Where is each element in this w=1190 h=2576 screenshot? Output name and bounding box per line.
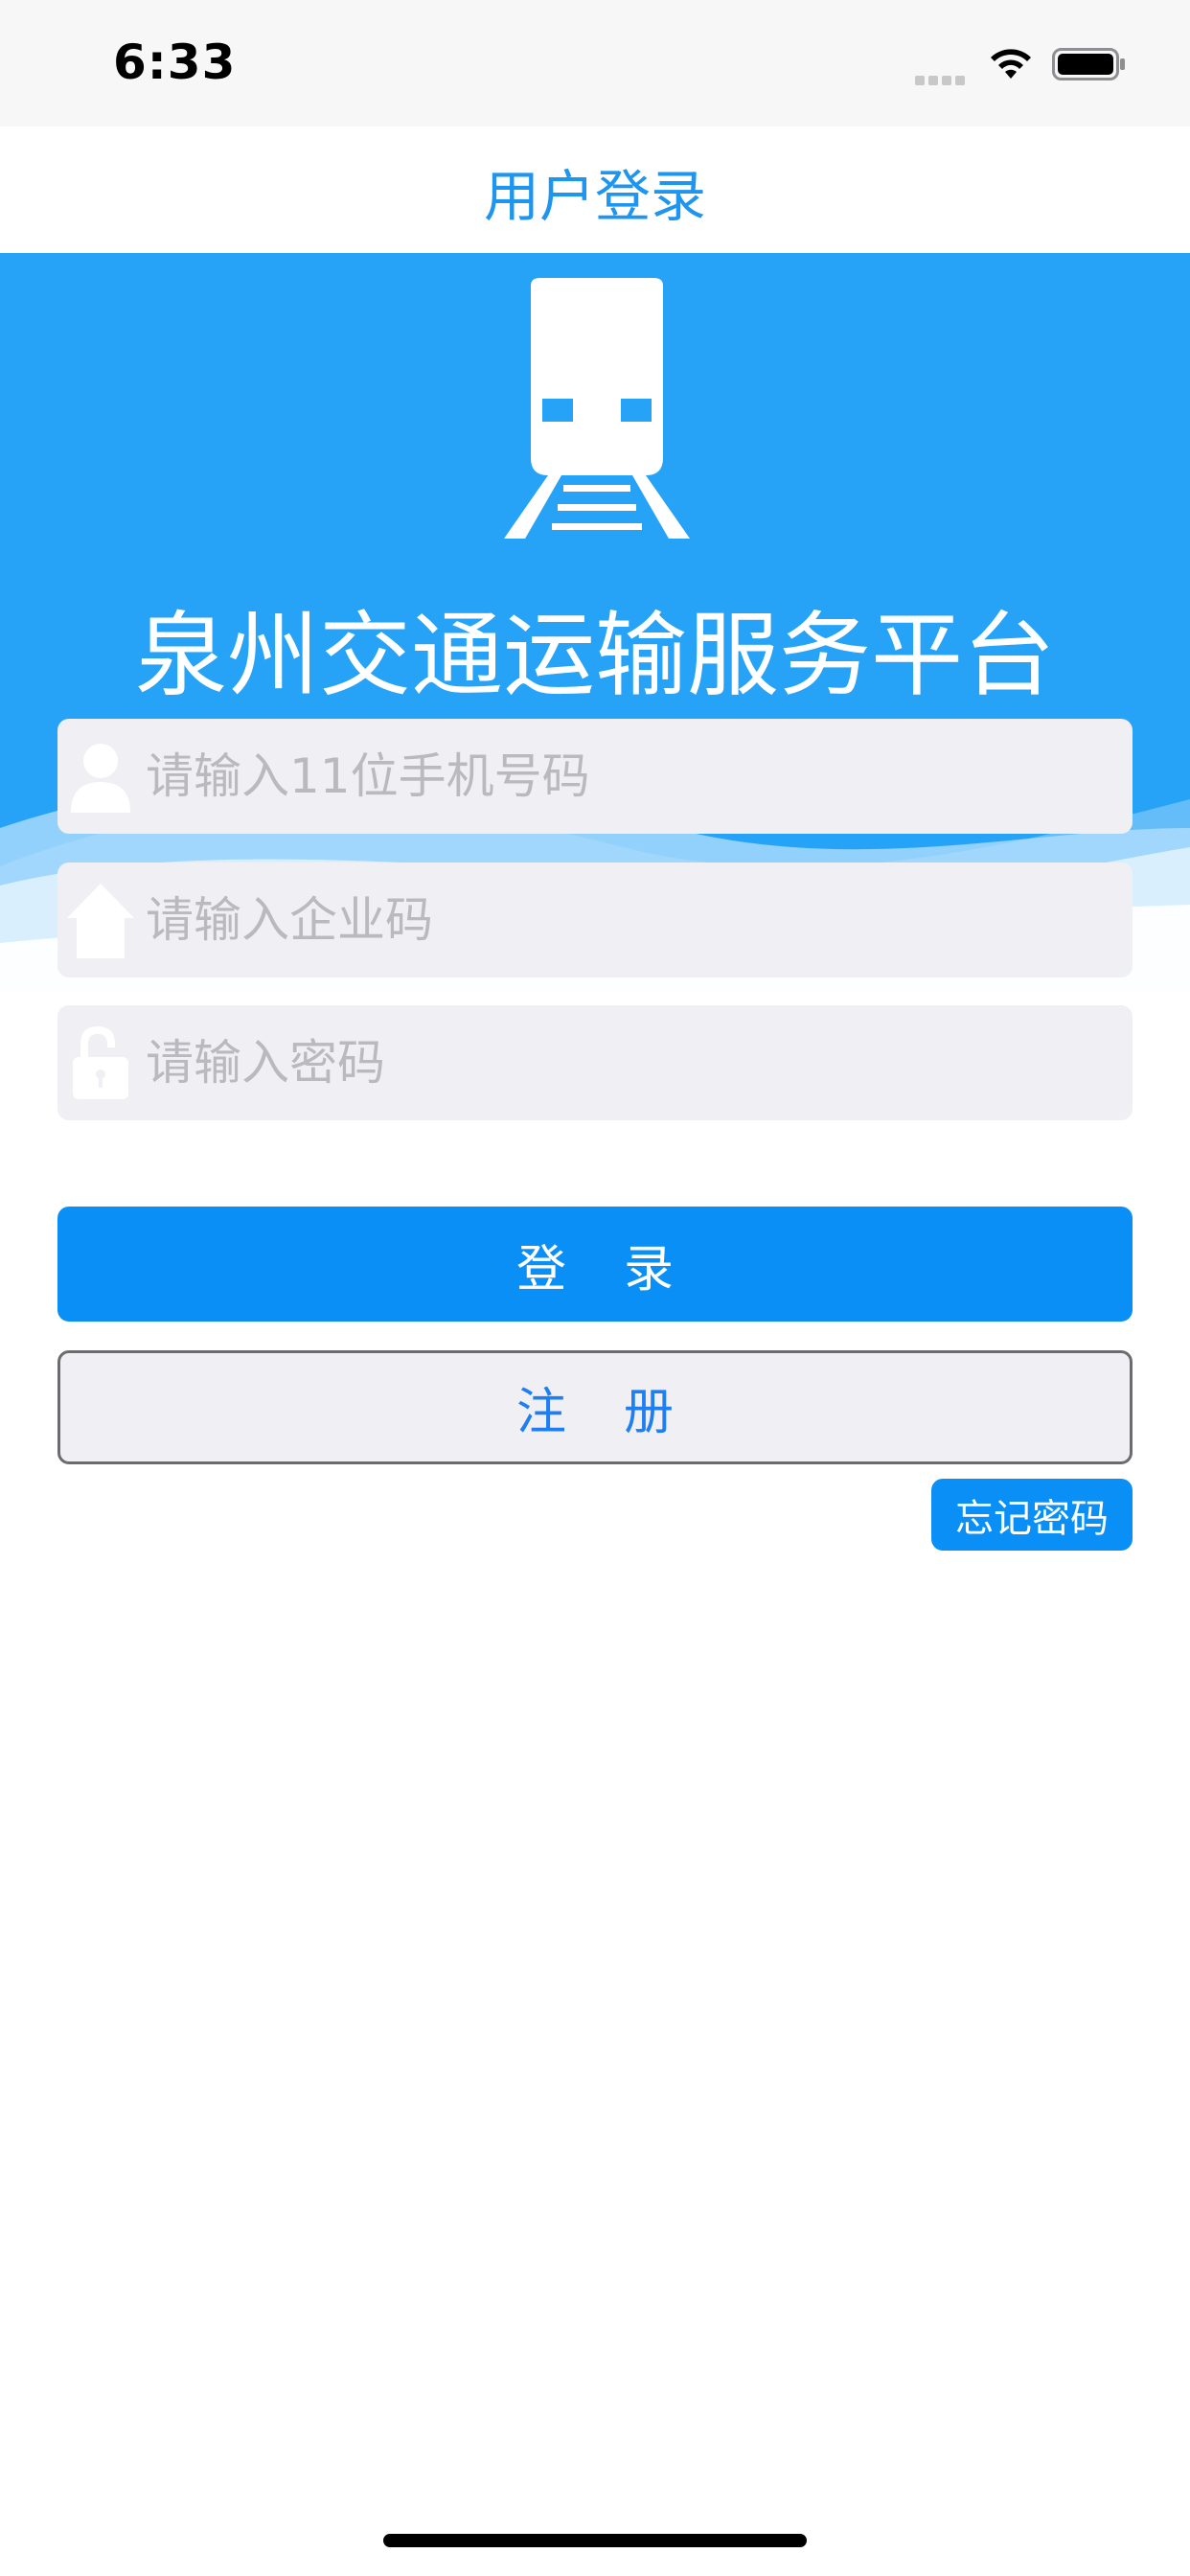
password-input[interactable] [146,1005,1113,1120]
user-icon [71,744,130,813]
page-title: 用户登录 [483,164,706,229]
login-button[interactable]: 登录 [57,1207,1133,1322]
phone-input[interactable] [146,719,1113,834]
app-title: 泉州交通运输服务平台 [135,602,1055,709]
wifi-icon [991,49,1031,79]
password-field[interactable] [57,1005,1133,1120]
phone-field[interactable] [57,719,1133,834]
home-indicator[interactable] [383,2534,807,2547]
company-code-input[interactable] [146,862,1113,978]
company-code-field[interactable] [57,862,1133,978]
status-time: 6:33 [113,34,237,90]
nav-bar: 用户登录 [0,126,1190,253]
forgot-password-button[interactable]: 忘记密码 [931,1479,1133,1551]
unlock-icon [73,1026,128,1099]
register-button[interactable]: 注册 [57,1350,1133,1464]
signal-icon [915,71,971,85]
train-icon [504,278,690,539]
status-bar: 6:33 [0,0,1190,126]
home-icon [67,884,134,958]
battery-icon [1052,48,1125,80]
